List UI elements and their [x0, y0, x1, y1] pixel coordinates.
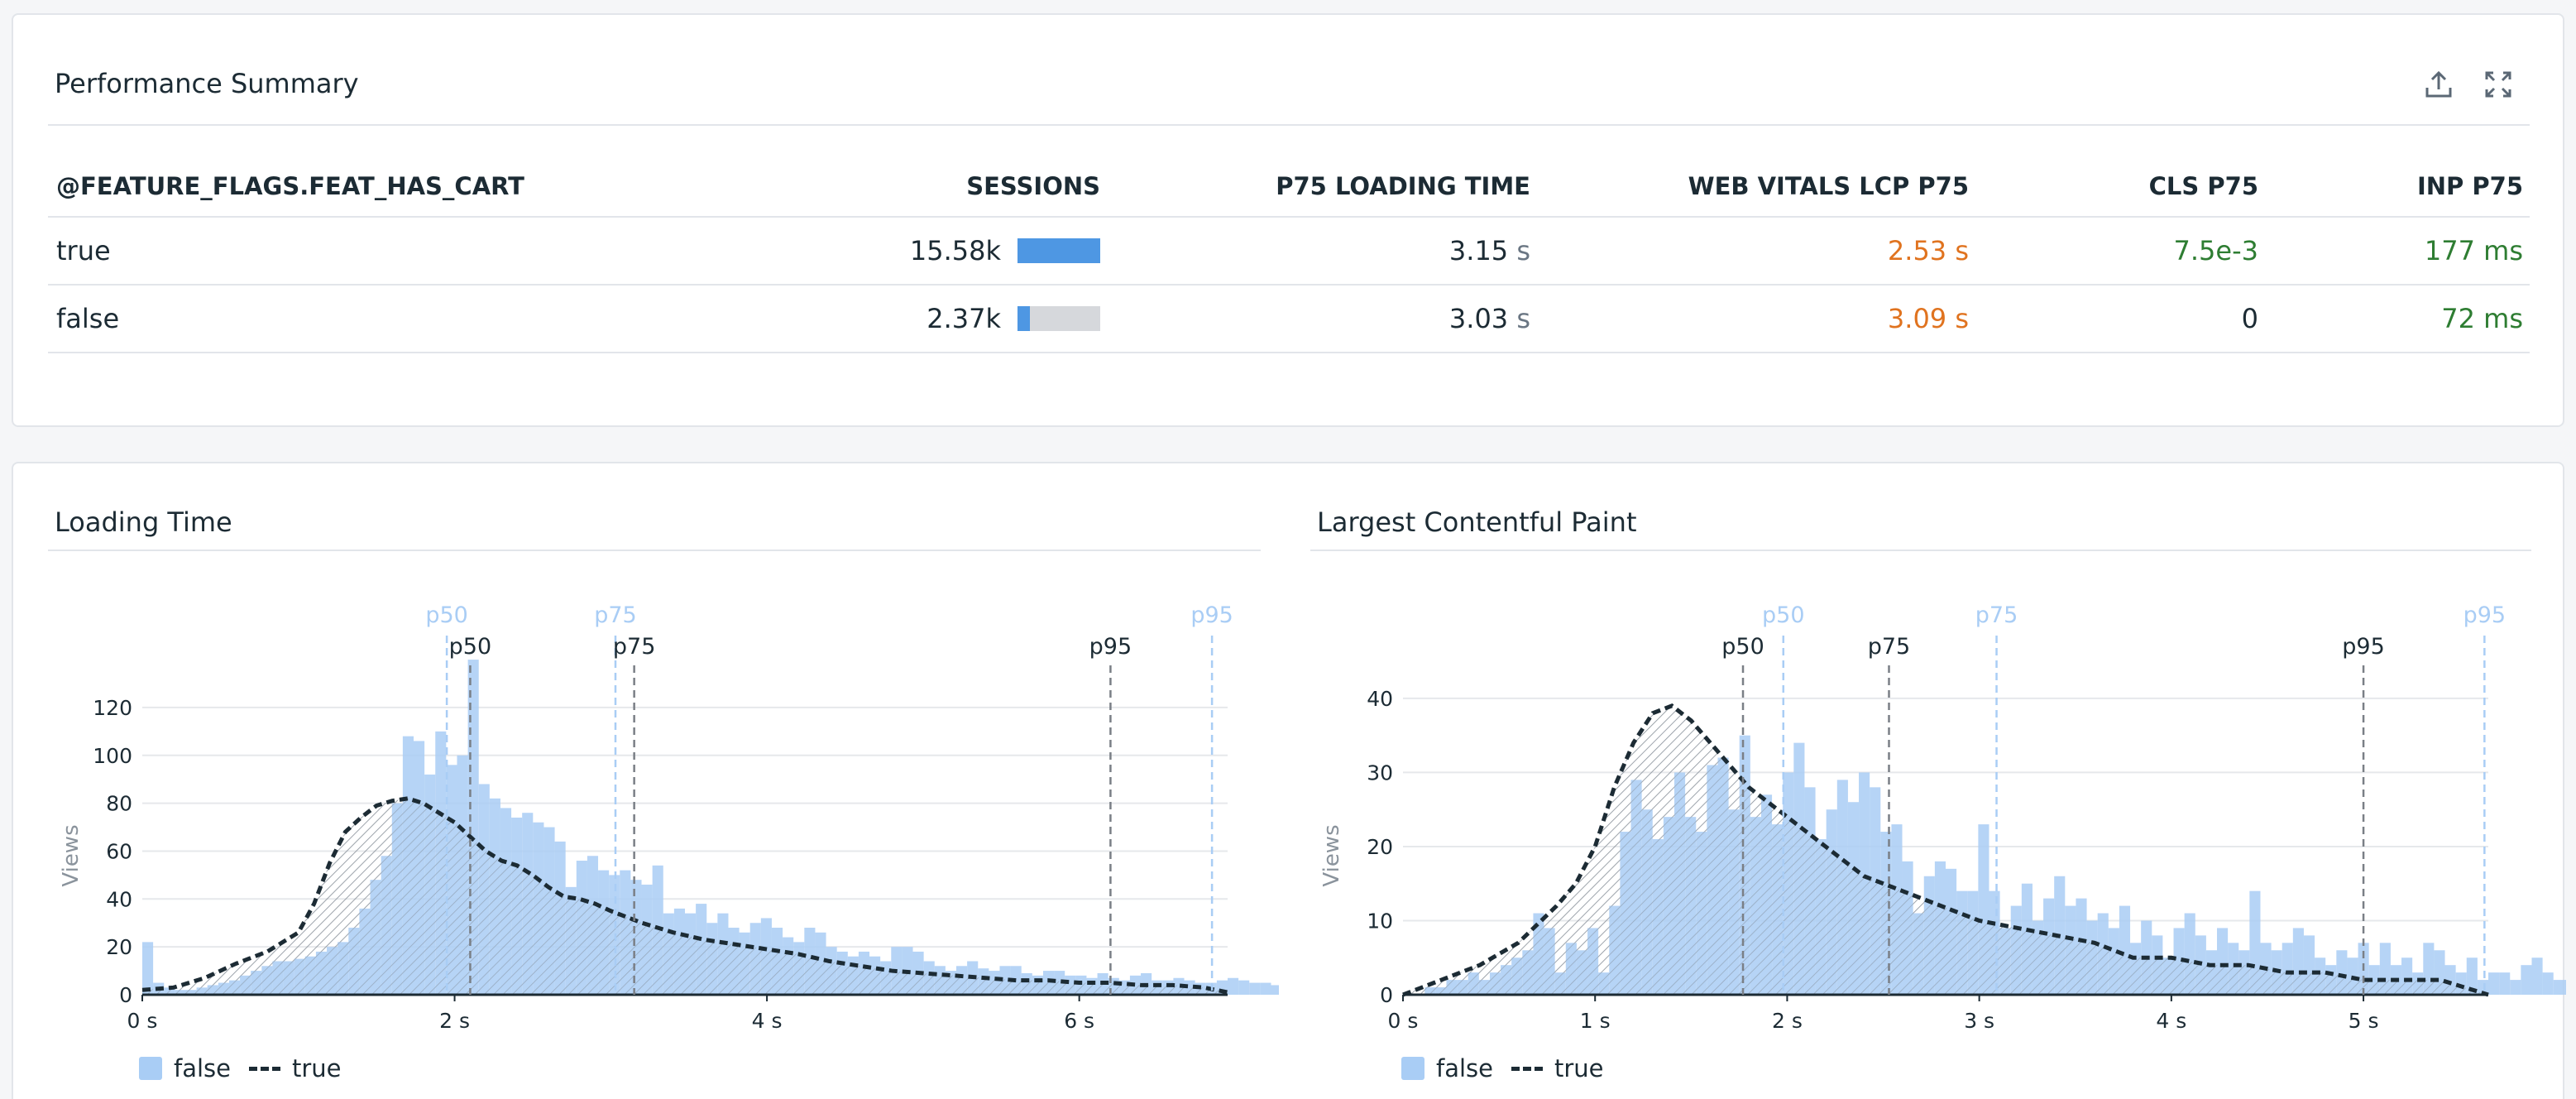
legend-swatch-false [1401, 1057, 1424, 1080]
histogram-bar[interactable] [2553, 980, 2564, 995]
expand-icon[interactable] [2478, 65, 2518, 104]
chart-legend: false true [139, 1054, 342, 1082]
sessions-value: 2.37k [926, 303, 1001, 334]
lcp-value: 3.09 [1887, 303, 1947, 334]
export-icon[interactable] [2419, 65, 2459, 104]
sessions-bar-fill [1017, 238, 1100, 263]
header-divider [48, 124, 2530, 126]
loading-time-unit: s [1516, 235, 1530, 266]
y-axis-label: Views [1319, 824, 1344, 886]
true-series-hatch-overlay [1403, 705, 2488, 995]
group-cell: false [48, 285, 759, 353]
legend-label-true: true [292, 1054, 342, 1082]
table-header-row: @FEATURE_FLAGS.FEAT_HAS_CART SESSIONS P7… [48, 156, 2530, 218]
charts-panel: Loading Time Largest Contentful Paint 02… [12, 462, 2566, 1099]
histogram-bar[interactable] [2499, 972, 2511, 995]
loading-time-unit: s [1516, 303, 1530, 334]
percentile-label-false: p50 [1762, 602, 1805, 628]
x-tick-label: 4 s [2156, 1009, 2186, 1033]
inp-cell: 177 ms [2265, 217, 2530, 286]
legend-swatch-false [139, 1057, 162, 1080]
lcp-chart[interactable]: 0 10 20 30 40 Views 0 s 1 s 2 s 3 s 4 s 5 s p50 p75 p9… [13, 463, 2566, 1051]
histogram-bar[interactable] [2510, 980, 2521, 995]
table-row[interactable]: false 2.37k 3.03 s 3.09 s 0 72 ms [48, 285, 2530, 353]
sessions-bar [1017, 238, 1100, 263]
cls-cell: 0 [1975, 285, 2265, 353]
group-cell: true [48, 217, 759, 286]
x-tick-label: 1 s [1580, 1009, 1611, 1033]
sessions-bar-fill [1017, 306, 1030, 331]
column-header-inp[interactable]: INP P75 [2265, 156, 2530, 218]
legend-label-true: true [1554, 1054, 1604, 1082]
legend-dash-true [249, 1066, 280, 1071]
column-header-loading-time[interactable]: P75 LOADING TIME [1107, 156, 1537, 218]
legend-label-false: false [174, 1054, 231, 1082]
sessions-cell: 2.37k [759, 285, 1107, 353]
histogram-bar[interactable] [2531, 957, 2543, 995]
loading-time-cell: 3.15 s [1107, 217, 1537, 286]
x-tick-label: 3 s [1964, 1009, 1994, 1033]
histogram-bar[interactable] [2564, 980, 2566, 995]
percentile-label-true: p50 [1721, 634, 1764, 660]
sessions-bar [1017, 306, 1100, 331]
x-tick-label: 5 s [2349, 1009, 2379, 1033]
performance-summary-panel: Performance Summary @FEATURE_FLAGS.FEAT_… [12, 13, 2564, 427]
legend-item-false[interactable]: false [139, 1054, 231, 1082]
histogram-bar[interactable] [2521, 965, 2532, 995]
column-header-cls[interactable]: CLS P75 [1975, 156, 2265, 218]
histogram-bar[interactable] [2488, 972, 2500, 995]
lcp-cell: 2.53 s [1537, 217, 1975, 286]
chart-legend: false true [1401, 1054, 1604, 1082]
cls-cell: 7.5e-3 [1975, 217, 2265, 286]
percentile-label-true: p95 [2342, 634, 2385, 660]
lcp-unit: s [1955, 303, 1969, 334]
y-tick-label: 40 [1367, 687, 1393, 711]
inp-cell: 72 ms [2265, 285, 2530, 353]
lcp-value: 2.53 [1887, 235, 1947, 266]
y-tick-label: 10 [1367, 909, 1393, 933]
legend-item-false[interactable]: false [1401, 1054, 1493, 1082]
legend-item-true[interactable]: true [1511, 1054, 1604, 1082]
y-tick-label: 0 [1380, 983, 1393, 1007]
table-row[interactable]: true 15.58k 3.15 s 2.53 s 7.5e-3 177 ms [48, 217, 2530, 286]
x-tick-label: 2 s [1772, 1009, 1803, 1033]
lcp-unit: s [1955, 235, 1969, 266]
sessions-cell: 15.58k [759, 217, 1107, 286]
legend-item-true[interactable]: true [249, 1054, 342, 1082]
percentile-label-false: p75 [1975, 602, 2018, 628]
panel-title: Performance Summary [55, 68, 359, 99]
loading-time-cell: 3.03 s [1107, 285, 1537, 353]
lcp-cell: 3.09 s [1537, 285, 1975, 353]
histogram-bar[interactable] [2542, 972, 2554, 995]
percentile-label-true: p75 [1868, 634, 1911, 660]
sessions-value: 15.58k [909, 235, 1001, 266]
y-tick-label: 30 [1367, 761, 1393, 785]
legend-dash-true [1511, 1066, 1543, 1071]
y-tick-label: 20 [1367, 835, 1393, 859]
x-tick-label: 0 s [1388, 1009, 1419, 1033]
column-header-lcp[interactable]: WEB VITALS LCP P75 [1537, 156, 1975, 218]
loading-time-value: 3.03 [1448, 303, 1509, 334]
summary-table: @FEATURE_FLAGS.FEAT_HAS_CART SESSIONS P7… [48, 156, 2530, 353]
legend-label-false: false [1436, 1054, 1493, 1082]
column-header-sessions[interactable]: SESSIONS [759, 156, 1107, 218]
percentile-label-false: p95 [2463, 602, 2507, 628]
column-header-group[interactable]: @FEATURE_FLAGS.FEAT_HAS_CART [48, 156, 759, 218]
loading-time-value: 3.15 [1448, 235, 1509, 266]
